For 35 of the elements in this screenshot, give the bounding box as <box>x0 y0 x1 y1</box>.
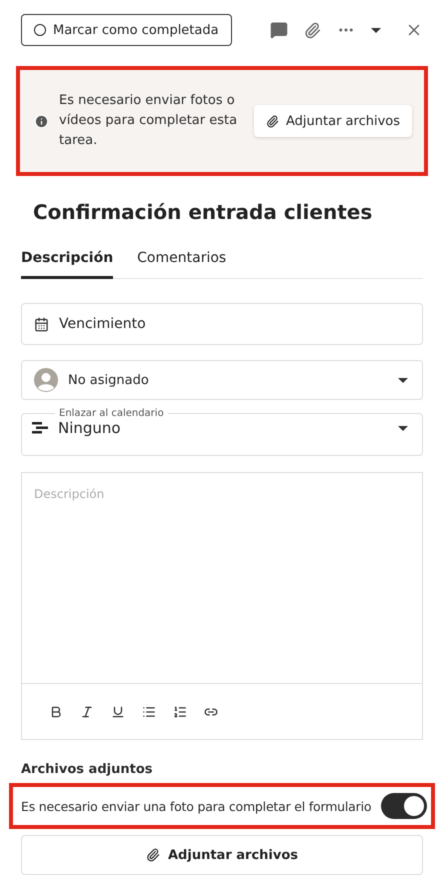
bold-icon[interactable] <box>49 704 63 718</box>
caret-icon <box>398 378 408 382</box>
paperclip-icon[interactable] <box>304 22 321 38</box>
description-field[interactable]: Descripción <box>21 472 423 684</box>
select-value: Ninguno <box>58 419 121 437</box>
notice-text: Es necesario enviar fotos o vídeos para completar esta tarea. <box>59 92 238 150</box>
timeline-icon <box>32 422 48 434</box>
tab[interactable]: Descripción <box>21 250 114 279</box>
tab[interactable]: Comentarios <box>137 250 226 279</box>
toggle-switch[interactable] <box>381 793 427 819</box>
caret-icon <box>398 426 408 430</box>
underline-icon[interactable] <box>111 704 125 718</box>
circle-icon <box>34 24 46 36</box>
field-placeholder: Vencimiento <box>59 316 146 332</box>
avatar-icon <box>34 368 58 392</box>
task-title: Confirmación entrada clientes <box>33 200 374 224</box>
italic-icon[interactable] <box>80 704 94 718</box>
attach-button[interactable]: Adjuntar archivos <box>254 105 412 137</box>
bullet-list-icon[interactable] <box>142 704 156 718</box>
assignee-select[interactable]: No asignado <box>21 360 423 400</box>
paperclip-icon <box>146 848 160 862</box>
numbered-list-icon[interactable] <box>173 704 187 718</box>
info-icon <box>34 114 49 128</box>
due-date-field[interactable]: Vencimiento <box>21 303 423 345</box>
select-value: No asignado <box>68 372 149 388</box>
complete-button[interactable]: Marcar como completada <box>21 14 232 46</box>
caret-icon[interactable] <box>371 28 381 32</box>
attach-button[interactable]: Adjuntar archivos <box>21 835 423 875</box>
toggle-label: Es necesario enviar una foto para completar el formulario <box>21 798 372 814</box>
calendar-select[interactable]: Enlazar al calendario Ninguno <box>21 408 423 456</box>
calendar-icon <box>34 316 49 332</box>
floating-label: Enlazar al calendario <box>58 408 165 419</box>
comment-icon[interactable] <box>270 21 288 39</box>
attachments-heading: Archivos adjuntos <box>21 762 154 777</box>
paperclip-icon <box>266 114 279 128</box>
